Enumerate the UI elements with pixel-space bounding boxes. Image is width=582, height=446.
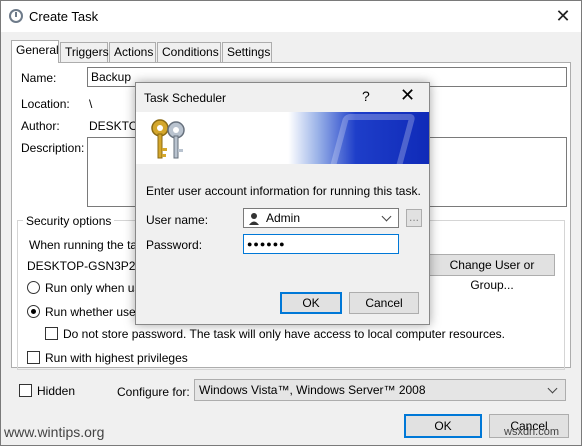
run-only-radio[interactable] xyxy=(27,281,40,294)
name-label: Name: xyxy=(21,71,57,85)
hidden-label: Hidden xyxy=(37,384,76,398)
chevron-down-icon xyxy=(547,383,558,394)
ok-button[interactable]: OK xyxy=(404,414,482,438)
tab-triggers[interactable]: Triggers xyxy=(60,42,109,62)
password-label: Password: xyxy=(146,238,203,252)
security-options-legend: Security options xyxy=(23,214,115,228)
change-user-button[interactable]: Change User or Group... xyxy=(429,254,555,292)
banner-decoration xyxy=(327,114,417,164)
configure-for-label: Configure for: xyxy=(117,385,190,399)
tab-actions[interactable]: Actions xyxy=(109,42,156,62)
hidden-checkbox[interactable] xyxy=(19,384,32,397)
run-only-label: Run only when use xyxy=(45,281,148,295)
tab-conditions[interactable]: Conditions xyxy=(157,42,221,62)
configure-for-value: Windows Vista™, Windows Server™ 2008 xyxy=(199,383,426,397)
keys-icon xyxy=(151,119,185,159)
username-label: User name: xyxy=(146,213,209,227)
dialog-prompt: Enter user account information for runni… xyxy=(146,184,421,198)
run-whether-radio[interactable] xyxy=(27,305,40,318)
window-title: Create Task xyxy=(29,9,99,24)
run-whether-label: Run whether user i xyxy=(45,305,146,319)
no-store-password-label: Do not store password. The task will onl… xyxy=(63,327,505,341)
dialog-close-button[interactable]: ✕ xyxy=(400,85,415,106)
dialog-title: Task Scheduler xyxy=(144,91,227,105)
dialog-cancel-button[interactable]: Cancel xyxy=(349,292,419,314)
dialog-banner xyxy=(136,112,429,164)
highest-privileges-label: Run with highest privileges xyxy=(45,351,188,365)
username-value: Admin xyxy=(266,211,301,225)
watermark-right: wsxdn.com xyxy=(504,426,560,438)
highest-privileges-checkbox[interactable] xyxy=(27,351,40,364)
tab-settings[interactable]: Settings xyxy=(222,42,272,62)
user-account-value: DESKTOP-GSN3P2N\ xyxy=(27,259,148,273)
tab-general[interactable]: General xyxy=(11,40,59,63)
title-bar: Create Task ✕ xyxy=(1,1,581,32)
configure-for-select[interactable]: Windows Vista™, Windows Server™ 2008 xyxy=(194,379,566,401)
username-combobox[interactable]: Admin xyxy=(243,208,399,228)
user-icon xyxy=(248,212,259,225)
dialog-ok-button[interactable]: OK xyxy=(280,292,342,314)
description-label: Description: xyxy=(21,141,85,155)
help-button[interactable]: ? xyxy=(362,88,370,104)
when-running-label: When running the tas xyxy=(29,238,144,252)
location-label: Location: xyxy=(21,97,70,111)
clock-icon xyxy=(9,9,23,23)
task-scheduler-dialog: Task Scheduler ? ✕ Enter user account in… xyxy=(135,82,430,325)
no-store-password-checkbox[interactable] xyxy=(45,327,58,340)
password-input[interactable]: ●●●●●● xyxy=(243,234,399,254)
window-close-button[interactable]: ✕ xyxy=(551,4,575,28)
location-value: \ xyxy=(89,97,93,111)
watermark-left: www.wintips.org xyxy=(4,424,105,440)
author-label: Author: xyxy=(21,119,60,133)
chevron-down-icon xyxy=(381,211,392,222)
browse-user-button[interactable]: ... xyxy=(406,209,422,227)
